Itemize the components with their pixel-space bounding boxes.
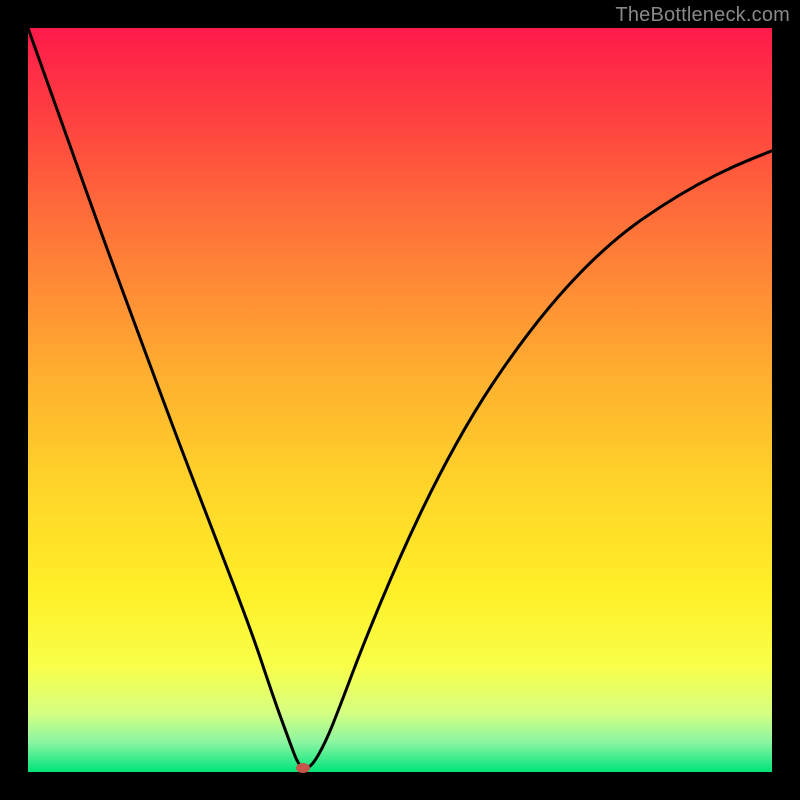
watermark-text: TheBottleneck.com (615, 4, 790, 27)
optimal-point-marker (296, 763, 310, 773)
chart-plot-area (28, 28, 772, 772)
bottleneck-curve (28, 28, 772, 772)
